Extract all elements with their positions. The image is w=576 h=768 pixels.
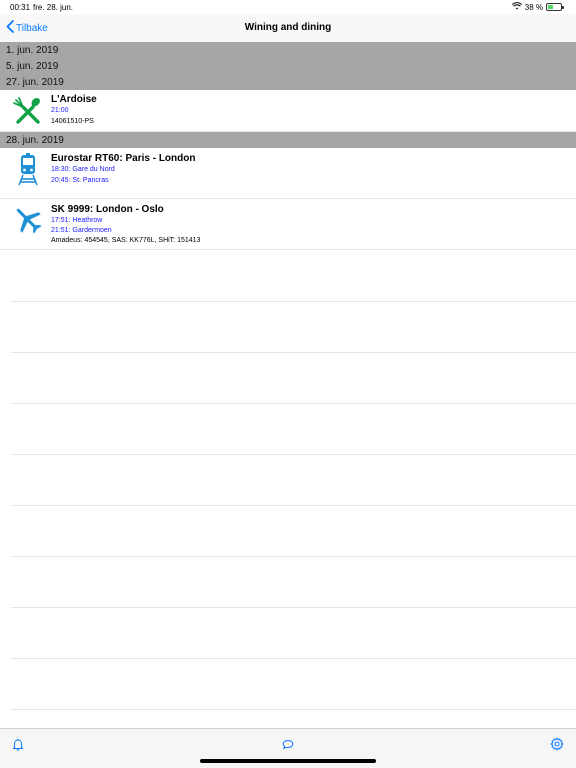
empty-row-divider xyxy=(11,505,576,506)
section-header-5-jun: 5. jun. 2019 xyxy=(0,58,576,74)
battery-icon xyxy=(546,3,564,11)
airplane-icon xyxy=(11,203,45,237)
section-header-27-jun: 27. jun. 2019 xyxy=(0,74,576,90)
status-date: fre. 28. jun. xyxy=(33,3,74,12)
wifi-icon xyxy=(511,2,522,12)
entry-booking-references: Amadeus: 454545, SAS: KK776L, SHiT: 1514… xyxy=(51,237,201,244)
page-title: Wining and dining xyxy=(244,22,332,33)
home-indicator xyxy=(200,759,376,763)
navigation-bar: Tilbake Wining and dining xyxy=(0,14,576,42)
entry-title: L'Ardoise xyxy=(51,94,97,105)
empty-row-divider xyxy=(11,301,576,302)
empty-row-divider xyxy=(11,709,576,710)
entry-reference: 14061510-PS xyxy=(51,118,94,125)
status-bar: 00:31 fre. 28. jun. 38 % xyxy=(0,0,576,14)
empty-row-divider xyxy=(11,607,576,608)
status-right: 38 % xyxy=(511,2,564,12)
list-item-train[interactable]: Eurostar RT60: Paris - London 18:30: Gar… xyxy=(0,148,576,199)
entry-arrival: 21:51: Gardermoen xyxy=(51,227,112,234)
fork-knife-icon xyxy=(11,94,45,128)
bottom-toolbar xyxy=(0,728,576,768)
gear-icon[interactable] xyxy=(549,736,565,752)
list-item-restaurant[interactable]: L'Ardoise 21:00 14061510-PS xyxy=(0,90,576,132)
empty-row-divider xyxy=(11,658,576,659)
empty-row-divider xyxy=(11,352,576,353)
chat-bubble-icon[interactable] xyxy=(280,736,296,752)
train-icon xyxy=(11,152,45,186)
entry-arrival: 20:45: St. Pancras xyxy=(51,177,109,184)
battery-percent: 38 % xyxy=(524,2,543,12)
section-header-1-jun: 1. jun. 2019 xyxy=(0,42,576,58)
empty-row-divider xyxy=(11,403,576,404)
entry-departure: 17:51: Heathrow xyxy=(51,217,103,224)
entry-title: SK 9999: London - Oslo xyxy=(51,204,164,215)
list-item-flight[interactable]: SK 9999: London - Oslo 17:51: Heathrow 2… xyxy=(0,199,576,250)
entry-departure: 18:30: Gare du Nord xyxy=(51,166,115,173)
entry-time: 21:00 xyxy=(51,107,69,114)
status-time: 00:31 xyxy=(10,3,31,12)
section-header-28-jun: 28. jun. 2019 xyxy=(0,132,576,148)
empty-row-divider xyxy=(11,556,576,557)
entry-title: Eurostar RT60: Paris - London xyxy=(51,153,196,164)
empty-row-divider xyxy=(11,454,576,455)
bell-icon[interactable] xyxy=(10,736,26,752)
